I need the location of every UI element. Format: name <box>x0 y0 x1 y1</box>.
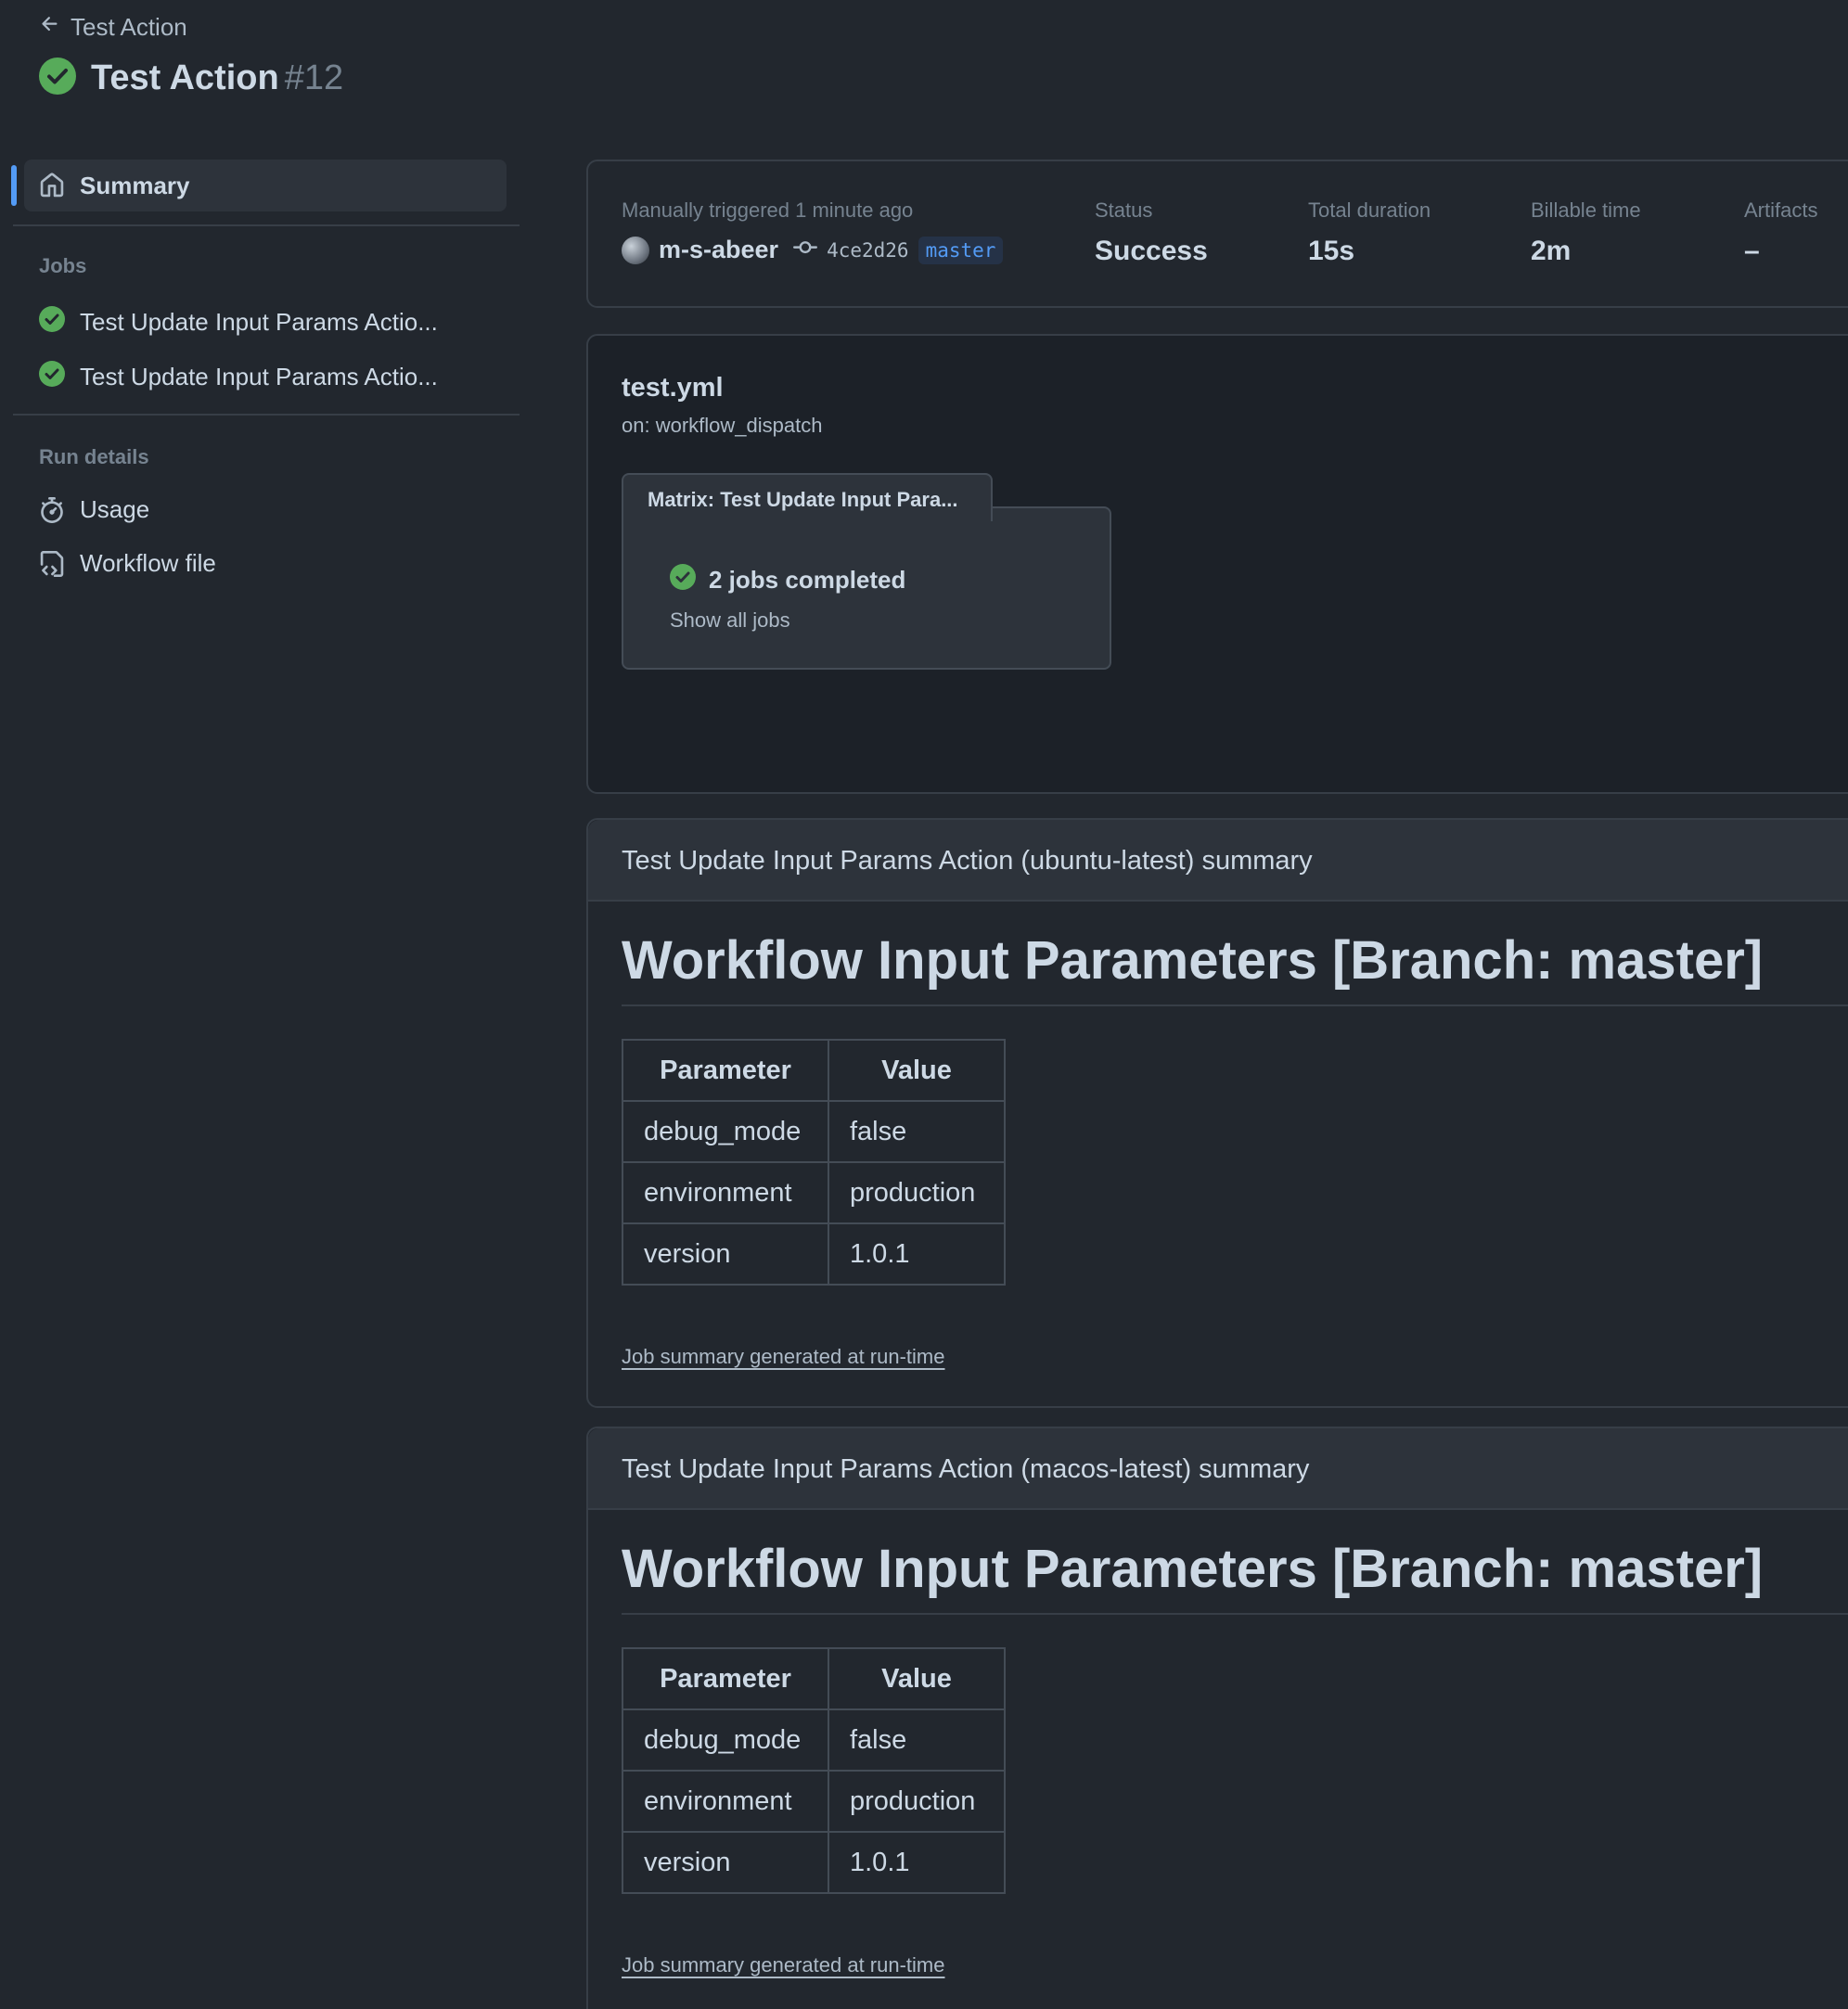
table-cell: false <box>828 1708 1006 1772</box>
matrix-title: Matrix: Test Update Input Para... <box>622 473 993 521</box>
run-title-row: Test Action #12 <box>39 58 343 99</box>
table-cell: production <box>828 1770 1006 1833</box>
table-row: environment production <box>622 1770 1006 1833</box>
stopwatch-icon <box>39 496 65 523</box>
sidebar-item-job[interactable]: Test Update Input Params Actio... <box>39 306 438 339</box>
page-title: Test Action #12 <box>91 58 343 98</box>
status-value: Success <box>1095 236 1208 266</box>
jobs-completed-status[interactable]: 2 jobs completed <box>670 564 905 596</box>
table-cell: version <box>622 1222 829 1286</box>
job-summary-card: Test Update Input Params Action (macos-l… <box>586 1427 1848 2009</box>
column-header: Parameter <box>622 1647 829 1710</box>
sidebar-item-job[interactable]: Test Update Input Params Actio... <box>39 361 438 393</box>
sidebar-item-label: Test Update Input Params Actio... <box>80 308 438 336</box>
table-cell: environment <box>622 1161 829 1224</box>
trigger-details: m-s-abeer 4ce2d26 master <box>622 236 1004 264</box>
sidebar-item-label: Workflow file <box>80 549 216 577</box>
table-row: version 1.0.1 <box>622 1222 1006 1286</box>
column-header: Value <box>828 1039 1006 1102</box>
table-row: debug_mode false <box>622 1708 1006 1772</box>
sidebar-item-usage[interactable]: Usage <box>39 495 149 524</box>
table-row: debug_mode false <box>622 1100 1006 1163</box>
table-cell: debug_mode <box>622 1708 829 1772</box>
trigger-text: Manually triggered 1 minute ago <box>622 198 914 222</box>
table-cell: debug_mode <box>622 1100 829 1163</box>
arrow-left-icon <box>39 13 61 42</box>
sidebar-divider <box>13 224 520 226</box>
duration-value: 15s <box>1308 236 1355 266</box>
check-circle-fill-icon <box>39 361 65 393</box>
billable-label: Billable time <box>1531 198 1641 222</box>
summary-generated-link[interactable]: Job summary generated at run-time <box>622 1953 945 1977</box>
status-label: Status <box>1095 198 1153 222</box>
git-commit-icon <box>788 236 818 264</box>
table-cell: environment <box>622 1770 829 1833</box>
run-title-text: Test Action <box>91 58 279 97</box>
billable-value[interactable]: 2m <box>1531 236 1571 267</box>
table-row: environment production <box>622 1161 1006 1224</box>
job-summary-title: Test Update Input Params Action (ubuntu-… <box>588 820 1848 902</box>
sidebar-divider <box>13 414 520 416</box>
table-cell: version <box>622 1831 829 1894</box>
check-circle-fill-icon <box>39 58 76 99</box>
artifacts-value: – <box>1744 236 1760 266</box>
table-cell: production <box>828 1161 1006 1224</box>
show-all-jobs-link[interactable]: Show all jobs <box>670 608 790 633</box>
table-header-row: Parameter Value <box>622 1647 1006 1710</box>
summary-heading: Workflow Input Parameters [Branch: maste… <box>622 929 1848 1006</box>
jobs-completed-label: 2 jobs completed <box>709 566 906 594</box>
back-link-label: Test Action <box>71 13 187 41</box>
workflow-run-page: Test Action Test Action #12 Summary Jobs … <box>0 0 1848 2009</box>
run-stats-card: Manually triggered 1 minute ago m-s-abee… <box>586 160 1848 308</box>
home-icon <box>39 173 65 198</box>
commit-sha-link[interactable]: 4ce2d26 <box>827 239 909 262</box>
check-circle-fill-icon <box>670 564 696 596</box>
sidebar-item-summary[interactable]: Summary <box>11 160 507 211</box>
workflow-trigger: on: workflow_dispatch <box>622 414 823 437</box>
parameters-table: Parameter Value debug_mode false environ… <box>622 1647 1006 1894</box>
column-header: Parameter <box>622 1039 829 1102</box>
duration-label: Total duration <box>1308 198 1431 222</box>
job-summary-title: Test Update Input Params Action (macos-l… <box>588 1428 1848 1510</box>
matrix-job-group: Matrix: Test Update Input Para... 2 jobs… <box>622 473 1111 670</box>
back-to-workflow-link[interactable]: Test Action <box>39 13 187 42</box>
file-code-icon <box>39 550 65 577</box>
summary-generated-link[interactable]: Job summary generated at run-time <box>622 1345 945 1369</box>
avatar[interactable] <box>622 236 649 264</box>
run-details-heading: Run details <box>39 445 149 468</box>
table-cell: 1.0.1 <box>828 1222 1006 1286</box>
workflow-file-name[interactable]: test.yml <box>622 373 724 403</box>
sidebar-item-workflow-file[interactable]: Workflow file <box>39 549 216 578</box>
job-summary-card: Test Update Input Params Action (ubuntu-… <box>586 818 1848 1408</box>
sidebar-item-label: Summary <box>80 171 190 199</box>
artifacts-label: Artifacts <box>1744 198 1818 222</box>
workflow-graph-card: test.yml on: workflow_dispatch Matrix: T… <box>586 334 1848 794</box>
table-cell: false <box>828 1100 1006 1163</box>
table-cell: 1.0.1 <box>828 1831 1006 1894</box>
matrix-body: 2 jobs completed Show all jobs <box>622 506 1111 670</box>
summary-heading: Workflow Input Parameters [Branch: maste… <box>622 1538 1848 1615</box>
table-header-row: Parameter Value <box>622 1039 1006 1102</box>
run-number: #12 <box>284 58 344 97</box>
branch-badge[interactable]: master <box>918 236 1004 264</box>
parameters-table: Parameter Value debug_mode false environ… <box>622 1039 1006 1286</box>
sidebar-item-label: Usage <box>80 495 150 523</box>
sidebar-item-label: Test Update Input Params Actio... <box>80 363 438 390</box>
jobs-heading: Jobs <box>39 254 87 277</box>
column-header: Value <box>828 1647 1006 1710</box>
actor-link[interactable]: m-s-abeer <box>659 236 778 264</box>
check-circle-fill-icon <box>39 306 65 339</box>
table-row: version 1.0.1 <box>622 1831 1006 1894</box>
